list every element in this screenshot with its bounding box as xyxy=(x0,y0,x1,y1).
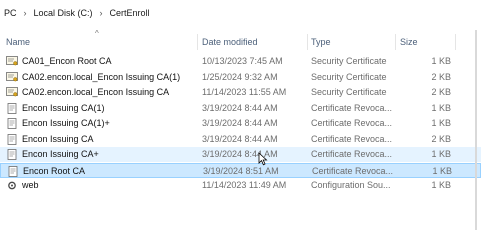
breadcrumb: PC › Local Disk (C:) › CertEnroll xyxy=(0,0,481,26)
file-size: 2 KB xyxy=(431,133,451,144)
column-divider[interactable] xyxy=(455,34,456,50)
file-name: CA01_Encon Root CA xyxy=(22,56,112,66)
file-date-modified: 11/14/2023 11:55 AM xyxy=(202,87,287,97)
column-divider[interactable] xyxy=(307,34,308,50)
column-divider[interactable] xyxy=(197,34,198,50)
crl-icon xyxy=(6,149,18,160)
file-size: 1 KB xyxy=(431,102,451,113)
file-row[interactable]: Encon Issuing CA(1)+ 3/19/2024 8:44 AM Cer… xyxy=(0,116,481,131)
file-type: Security Certificate xyxy=(311,71,387,82)
file-row[interactable]: CA01_Encon Root CA 10/13/2023 7:45 AM Secu… xyxy=(0,54,481,69)
breadcrumb-item-certenroll[interactable]: CertEnroll xyxy=(108,8,152,18)
crl-icon xyxy=(6,118,18,129)
mouse-cursor-icon xyxy=(258,152,268,166)
file-name: Encon Issuing CA xyxy=(22,133,94,144)
certificate-icon xyxy=(6,87,18,98)
file-row[interactable]: CA02.encon.local_Encon Issuing CA 11/14/2… xyxy=(0,85,481,100)
file-date-modified: 3/19/2024 8:44 AM xyxy=(202,149,278,159)
config-file-icon xyxy=(6,180,18,191)
column-header-size[interactable]: Size xyxy=(400,34,418,50)
file-name: Encon Root CA xyxy=(23,165,86,176)
vertical-scrollbar[interactable] xyxy=(475,30,477,230)
file-type: Certificate Revoca... xyxy=(312,165,394,176)
file-size: 1 KB xyxy=(431,56,451,66)
file-date-modified: 3/19/2024 8:51 AM xyxy=(203,165,279,176)
file-name: CA02.encon.local_Encon Issuing CA(1) xyxy=(22,71,181,82)
file-date-modified: 3/19/2024 8:44 AM xyxy=(202,102,278,113)
file-size: 2 KB xyxy=(431,87,451,97)
file-name: CA02.encon.local_Encon Issuing CA xyxy=(22,87,170,97)
file-row[interactable]: Encon Issuing CA+ 3/19/2024 8:44 AM Certif… xyxy=(0,147,481,162)
file-row[interactable]: CA02.encon.local_Encon Issuing CA(1) 1/25… xyxy=(0,70,481,85)
breadcrumb-separator: › xyxy=(23,8,27,18)
breadcrumb-separator: › xyxy=(99,8,103,18)
certificate-icon xyxy=(6,56,18,67)
file-size: 1 KB xyxy=(431,180,451,190)
file-name: web xyxy=(22,180,39,190)
file-row[interactable]: web 11/14/2023 11:49 AM Configuration Sou.… xyxy=(0,178,481,193)
column-header-name[interactable]: Name xyxy=(6,34,30,50)
file-type: Certificate Revoca... xyxy=(311,118,393,128)
file-date-modified: 3/19/2024 8:44 AM xyxy=(202,118,278,128)
crl-icon xyxy=(7,165,19,177)
crl-icon xyxy=(6,133,18,145)
file-row[interactable]: Encon Issuing CA 3/19/2024 8:44 AM Certifi… xyxy=(0,132,481,147)
column-header-type[interactable]: Type xyxy=(311,34,331,50)
file-date-modified: 10/13/2023 7:45 AM xyxy=(202,56,283,66)
file-size: 2 KB xyxy=(431,71,451,82)
file-row[interactable]: Encon Issuing CA(1) 3/19/2024 8:44 AM Cert… xyxy=(0,101,481,116)
file-type: Certificate Revoca... xyxy=(311,149,393,159)
column-header-date[interactable]: Date modified xyxy=(202,34,258,50)
file-name: Encon Issuing CA(1) xyxy=(22,102,105,113)
file-name: Encon Issuing CA+ xyxy=(22,149,99,159)
certificate-icon xyxy=(6,71,18,83)
file-type: Security Certificate xyxy=(311,87,387,97)
file-date-modified: 11/14/2023 11:49 AM xyxy=(202,180,287,190)
breadcrumb-item-local-disk[interactable]: Local Disk (C:) xyxy=(32,8,95,18)
file-type: Certificate Revoca... xyxy=(311,102,393,113)
file-date-modified: 1/25/2024 9:32 AM xyxy=(202,71,278,82)
file-date-modified: 3/19/2024 8:44 AM xyxy=(202,133,278,144)
file-row[interactable]: Encon Root CA 3/19/2024 8:51 AM Certificat… xyxy=(0,162,481,178)
column-divider[interactable] xyxy=(395,34,396,50)
file-type: Configuration Sou... xyxy=(311,180,391,190)
crl-icon xyxy=(6,102,18,114)
column-header-row: Name Date modified Type Size xyxy=(0,34,460,50)
file-type: Security Certificate xyxy=(311,56,387,66)
file-size: 1 KB xyxy=(432,165,452,176)
file-size: 1 KB xyxy=(431,118,451,128)
file-name: Encon Issuing CA(1)+ xyxy=(22,118,110,128)
file-size: 1 KB xyxy=(431,149,451,159)
file-type: Certificate Revoca... xyxy=(311,133,393,144)
breadcrumb-item-pc[interactable]: PC xyxy=(2,8,19,18)
